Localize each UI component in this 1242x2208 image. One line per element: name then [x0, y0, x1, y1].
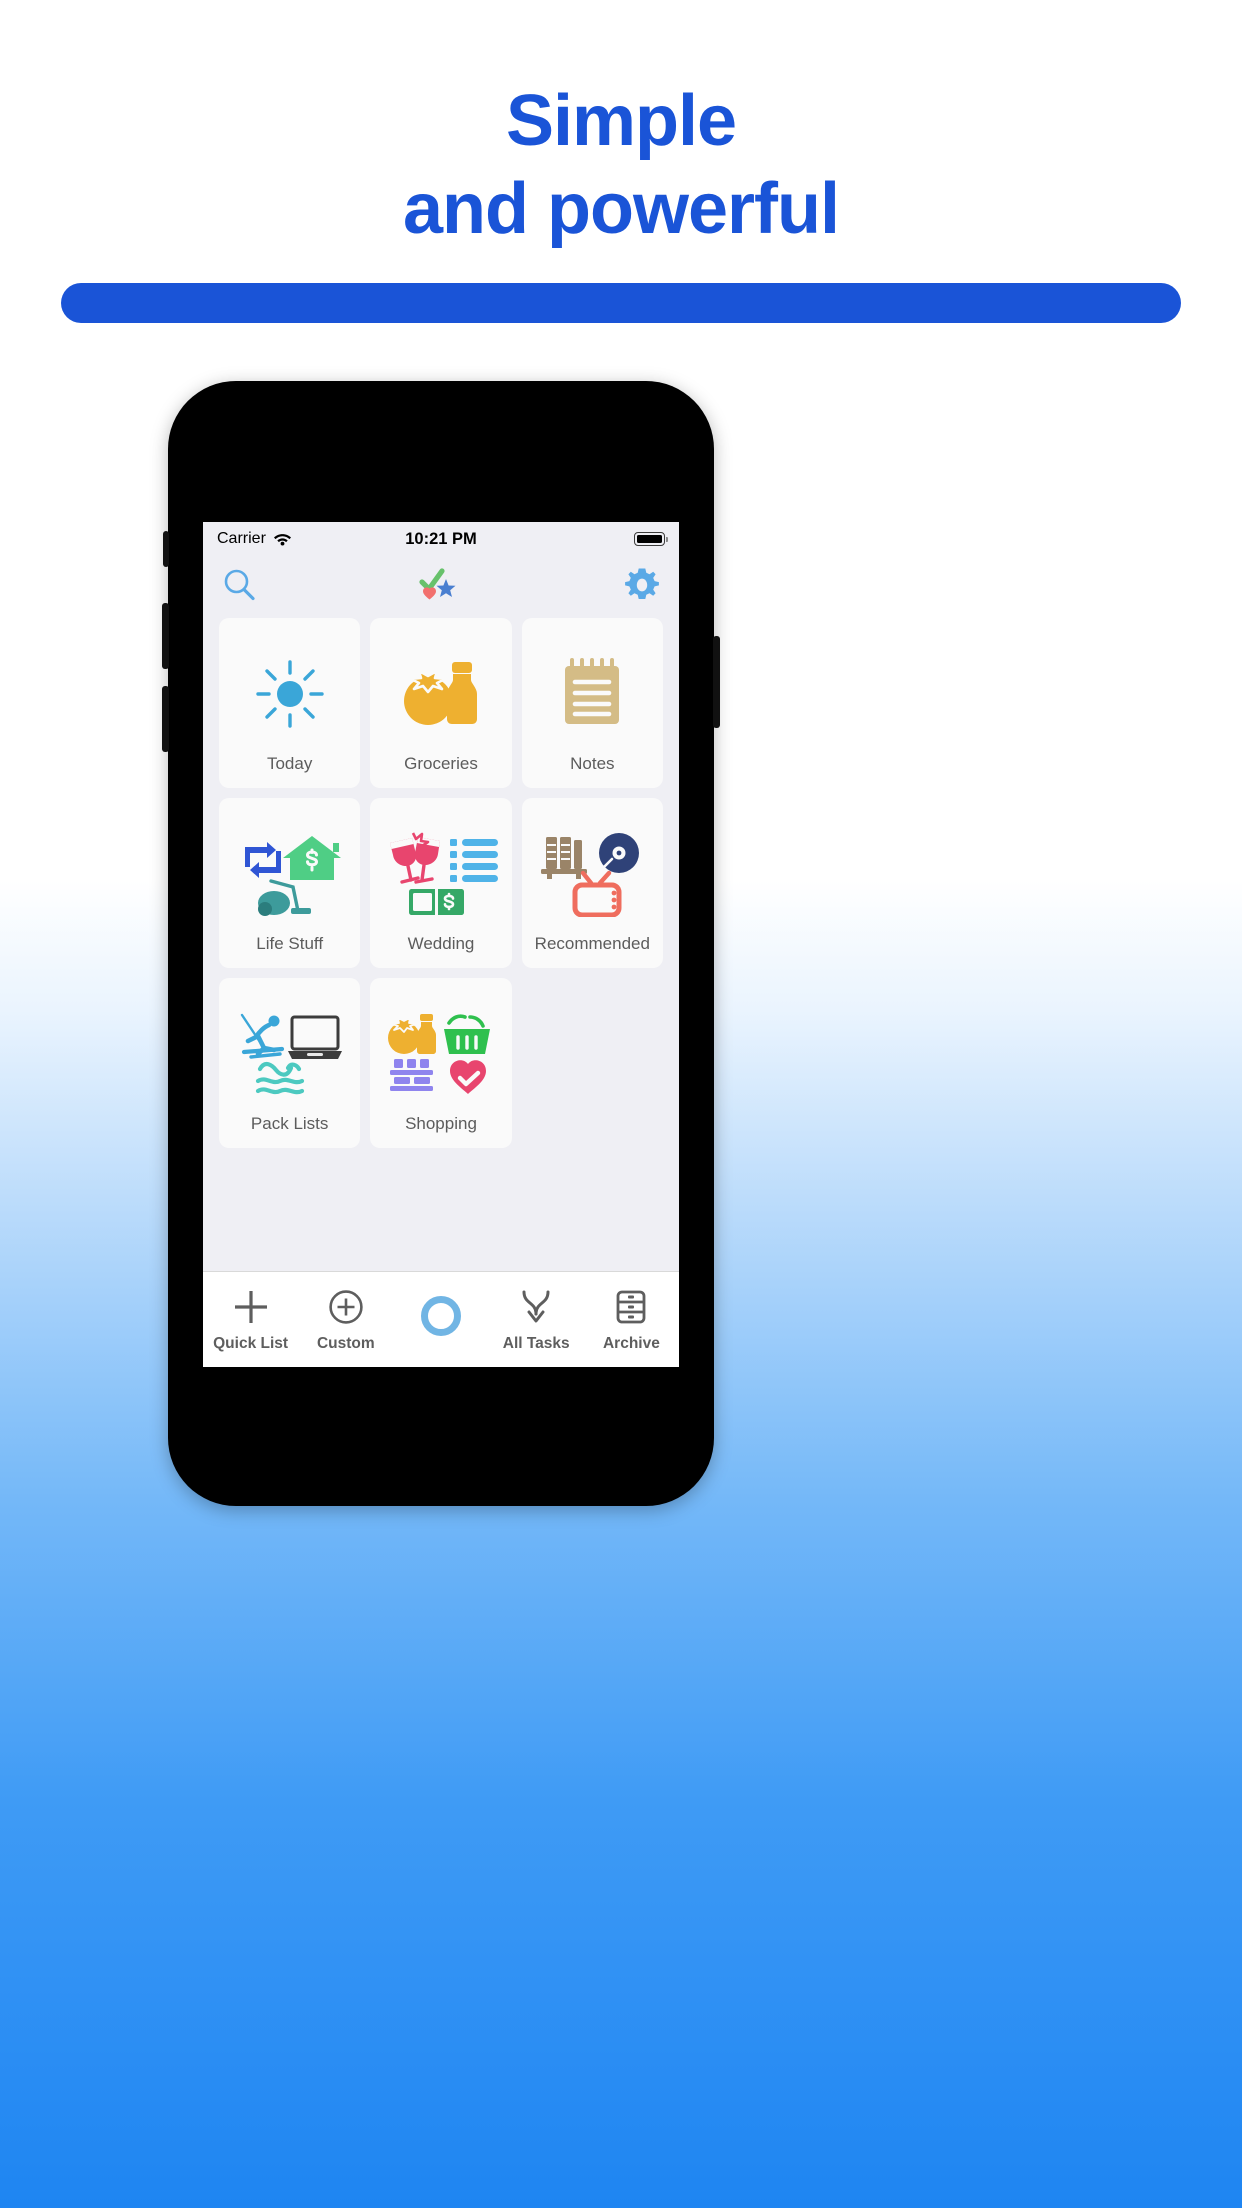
tab-quick-list[interactable]: Quick List: [203, 1272, 298, 1367]
sun-icon: [219, 634, 360, 754]
tab-all-tasks[interactable]: All Tasks: [489, 1272, 584, 1367]
circle-ring-icon: [419, 1295, 463, 1337]
phone-screen: Carrier 10:21 PM Today Groceries Notes L…: [203, 522, 679, 1367]
tile-label: Groceries: [404, 754, 478, 773]
app-toolbar: [203, 556, 679, 618]
circle-plus-icon: [328, 1286, 364, 1328]
tab-custom[interactable]: Custom: [298, 1272, 393, 1367]
tab-archive[interactable]: Archive: [584, 1272, 679, 1367]
status-bar: Carrier 10:21 PM: [203, 522, 679, 556]
tile-label: Today: [266, 754, 313, 773]
tile-label: Wedding: [407, 934, 475, 953]
page-title: Simple and powerful: [0, 78, 1242, 254]
category-grid: Today Groceries Notes Life Stuff Wedding…: [203, 618, 679, 1148]
tile-notes[interactable]: Notes: [521, 618, 663, 788]
tab-label: All Tasks: [502, 1335, 570, 1352]
tile-shopping[interactable]: Shopping: [370, 978, 512, 1148]
notepad-icon: [522, 634, 663, 754]
tile-label: Pack Lists: [250, 1114, 329, 1133]
tile-label: Recommended: [534, 934, 650, 953]
tab-label: Archive: [602, 1335, 660, 1352]
volume-down-button: [162, 686, 169, 752]
tab-label: Quick List: [213, 1335, 289, 1352]
tile-label: Life Stuff: [256, 934, 324, 953]
tile-life-stuff[interactable]: Life Stuff: [219, 798, 361, 968]
volume-up-button: [162, 603, 169, 669]
plus-icon: [231, 1286, 271, 1328]
headline-line-2: and powerful: [403, 168, 840, 249]
gear-icon[interactable]: [623, 566, 661, 609]
tile-groceries[interactable]: Groceries: [370, 618, 512, 788]
tile-recommended[interactable]: Recommended: [521, 798, 663, 968]
bottom-tab-bar: Quick List Custom All Tasks Archive: [203, 1271, 679, 1367]
blue-bar-decoration: [61, 283, 1181, 323]
power-button: [713, 636, 720, 728]
merge-arrow-down-icon: [516, 1286, 556, 1328]
check-star-heart-icon[interactable]: [418, 566, 464, 609]
tile-today[interactable]: Today: [219, 618, 361, 788]
recommended-icons: [522, 814, 663, 934]
carrier-label: Carrier: [217, 530, 266, 547]
phone-mockup: Carrier 10:21 PM Today Groceries Notes L…: [162, 381, 720, 1506]
tile-pack-lists[interactable]: Pack Lists: [219, 978, 361, 1148]
wedding-icons: [370, 814, 511, 934]
tab-active-circle[interactable]: [393, 1272, 488, 1367]
search-icon[interactable]: [221, 567, 257, 608]
groceries-icons: [370, 634, 511, 754]
clock: 10:21 PM: [405, 529, 477, 548]
pack-lists-icons: [219, 994, 360, 1114]
wifi-icon: [273, 532, 292, 546]
battery-full-icon: [634, 532, 669, 546]
headline-line-1: Simple: [505, 81, 737, 161]
file-drawers-icon: [612, 1286, 650, 1328]
tile-wedding[interactable]: Wedding: [370, 798, 512, 968]
tab-label: Custom: [316, 1335, 375, 1352]
silent-switch: [163, 531, 169, 567]
tile-label: Notes: [570, 754, 615, 773]
tile-label: Shopping: [405, 1114, 477, 1133]
life-stuff-icons: [219, 814, 360, 934]
shopping-icons: [370, 994, 511, 1114]
